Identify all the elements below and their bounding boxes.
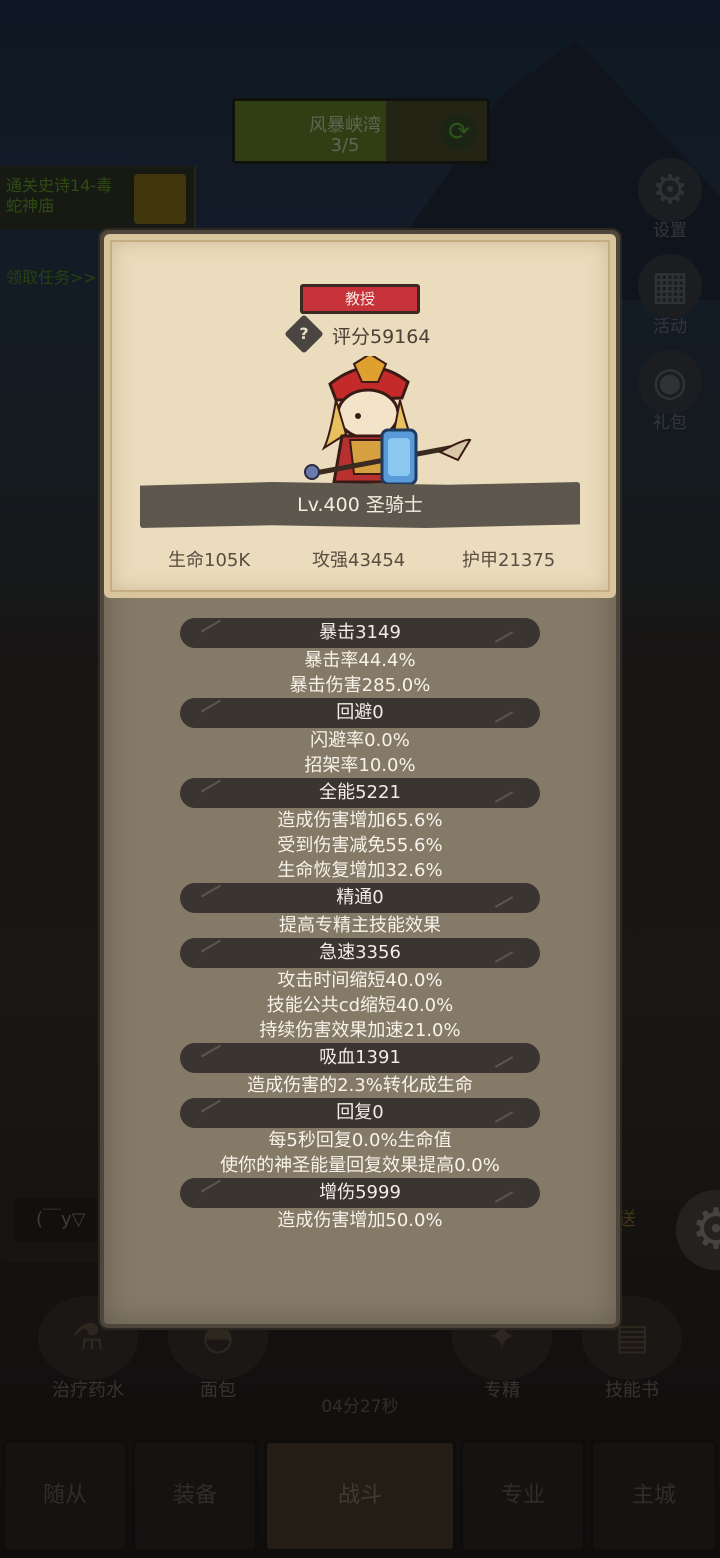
hero-portrait — [304, 356, 472, 486]
stat-line: 招架率10.0% — [304, 755, 416, 776]
stat-line: 每5秒回复0.0%生命值 — [268, 1130, 452, 1151]
stat-line: 暴击率44.4% — [304, 650, 416, 671]
stat-line: 暴击伤害285.0% — [289, 675, 431, 696]
stat-line: 生命恢复增加32.6% — [277, 860, 443, 881]
help-icon[interactable]: ? — [290, 320, 318, 348]
attack-stat: 攻强43454 — [312, 550, 406, 571]
stat-header-haste: 急速3356 — [180, 938, 540, 968]
stat-line: 持续伤害效果加速21.0% — [259, 1020, 461, 1041]
stat-line: 造成伤害增加50.0% — [277, 1210, 443, 1231]
stat-line: 造成伤害增加65.6% — [277, 810, 443, 831]
stat-header-crit: 暴击3149 — [180, 618, 540, 648]
stat-line: 受到伤害减免55.6% — [277, 835, 443, 856]
stat-header-versatility: 全能5221 — [180, 778, 540, 808]
armor-stat: 护甲21375 — [462, 550, 556, 571]
stat-header-leech: 吸血1391 — [180, 1043, 540, 1073]
stat-line: 提高专精主技能效果 — [279, 915, 441, 936]
stat-line: 闪避率0.0% — [310, 730, 410, 751]
stat-line: 技能公共cd缩短40.0% — [266, 995, 454, 1016]
stat-line: 造成伤害的2.3%转化成生命 — [247, 1075, 473, 1096]
stat-header-regen: 回复0 — [180, 1098, 540, 1128]
stat-header-avoidance: 回避0 — [180, 698, 540, 728]
hero-name-bar: Lv.400 圣骑士 — [140, 482, 580, 528]
stats-list: 暴击3149 暴击率44.4% 暴击伤害285.0% 回避0 闪避率0.0% 招… — [180, 618, 540, 1233]
stat-line: 使你的神圣能量回复效果提高0.0% — [220, 1155, 500, 1176]
score-text: 评分59164 — [332, 326, 431, 348]
title-badge: 教授 — [300, 284, 420, 314]
stat-header-damage-bonus: 增伤5999 — [180, 1178, 540, 1208]
stat-header-mastery: 精通0 — [180, 883, 540, 913]
hp-stat: 生命105K — [168, 550, 251, 571]
stat-line: 攻击时间缩短40.0% — [277, 970, 443, 991]
